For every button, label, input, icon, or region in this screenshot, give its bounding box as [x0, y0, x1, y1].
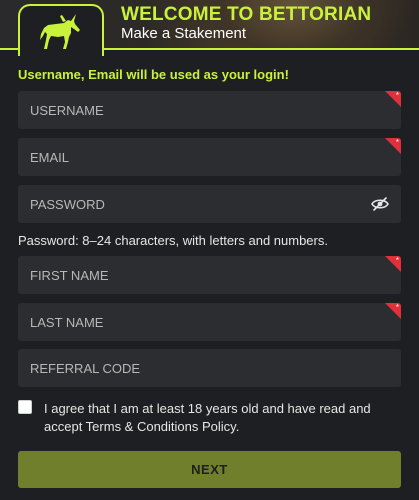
- email-field[interactable]: *: [18, 138, 401, 176]
- page-title: WELCOME TO BETTORIAN: [121, 4, 372, 25]
- first-name-field[interactable]: *: [18, 256, 401, 294]
- page-subtitle: Make a Stakement: [121, 25, 247, 42]
- first-name-input[interactable]: [18, 256, 401, 294]
- password-input[interactable]: [18, 185, 401, 223]
- required-marker: *: [385, 138, 401, 154]
- unicorn-icon: [40, 14, 80, 49]
- email-input[interactable]: [18, 138, 401, 176]
- last-name-field[interactable]: *: [18, 303, 401, 341]
- required-marker: *: [385, 91, 401, 107]
- username-input[interactable]: [18, 91, 401, 129]
- login-note: Username, Email will be used as your log…: [18, 67, 289, 82]
- required-marker: *: [385, 303, 401, 319]
- password-hint: Password: 8–24 characters, with letters …: [18, 233, 328, 248]
- password-field[interactable]: [18, 185, 401, 223]
- agreement-text: I agree that I am at least 18 years old …: [44, 401, 371, 434]
- referral-code-field[interactable]: [18, 349, 401, 387]
- username-field[interactable]: *: [18, 91, 401, 129]
- logo-tab: [18, 4, 104, 56]
- required-marker: *: [385, 256, 401, 272]
- eye-slash-icon[interactable]: [371, 196, 389, 212]
- next-button[interactable]: NEXT: [18, 451, 401, 488]
- referral-code-input[interactable]: [18, 349, 401, 387]
- agreement-checkbox[interactable]: [18, 400, 32, 414]
- last-name-input[interactable]: [18, 303, 401, 341]
